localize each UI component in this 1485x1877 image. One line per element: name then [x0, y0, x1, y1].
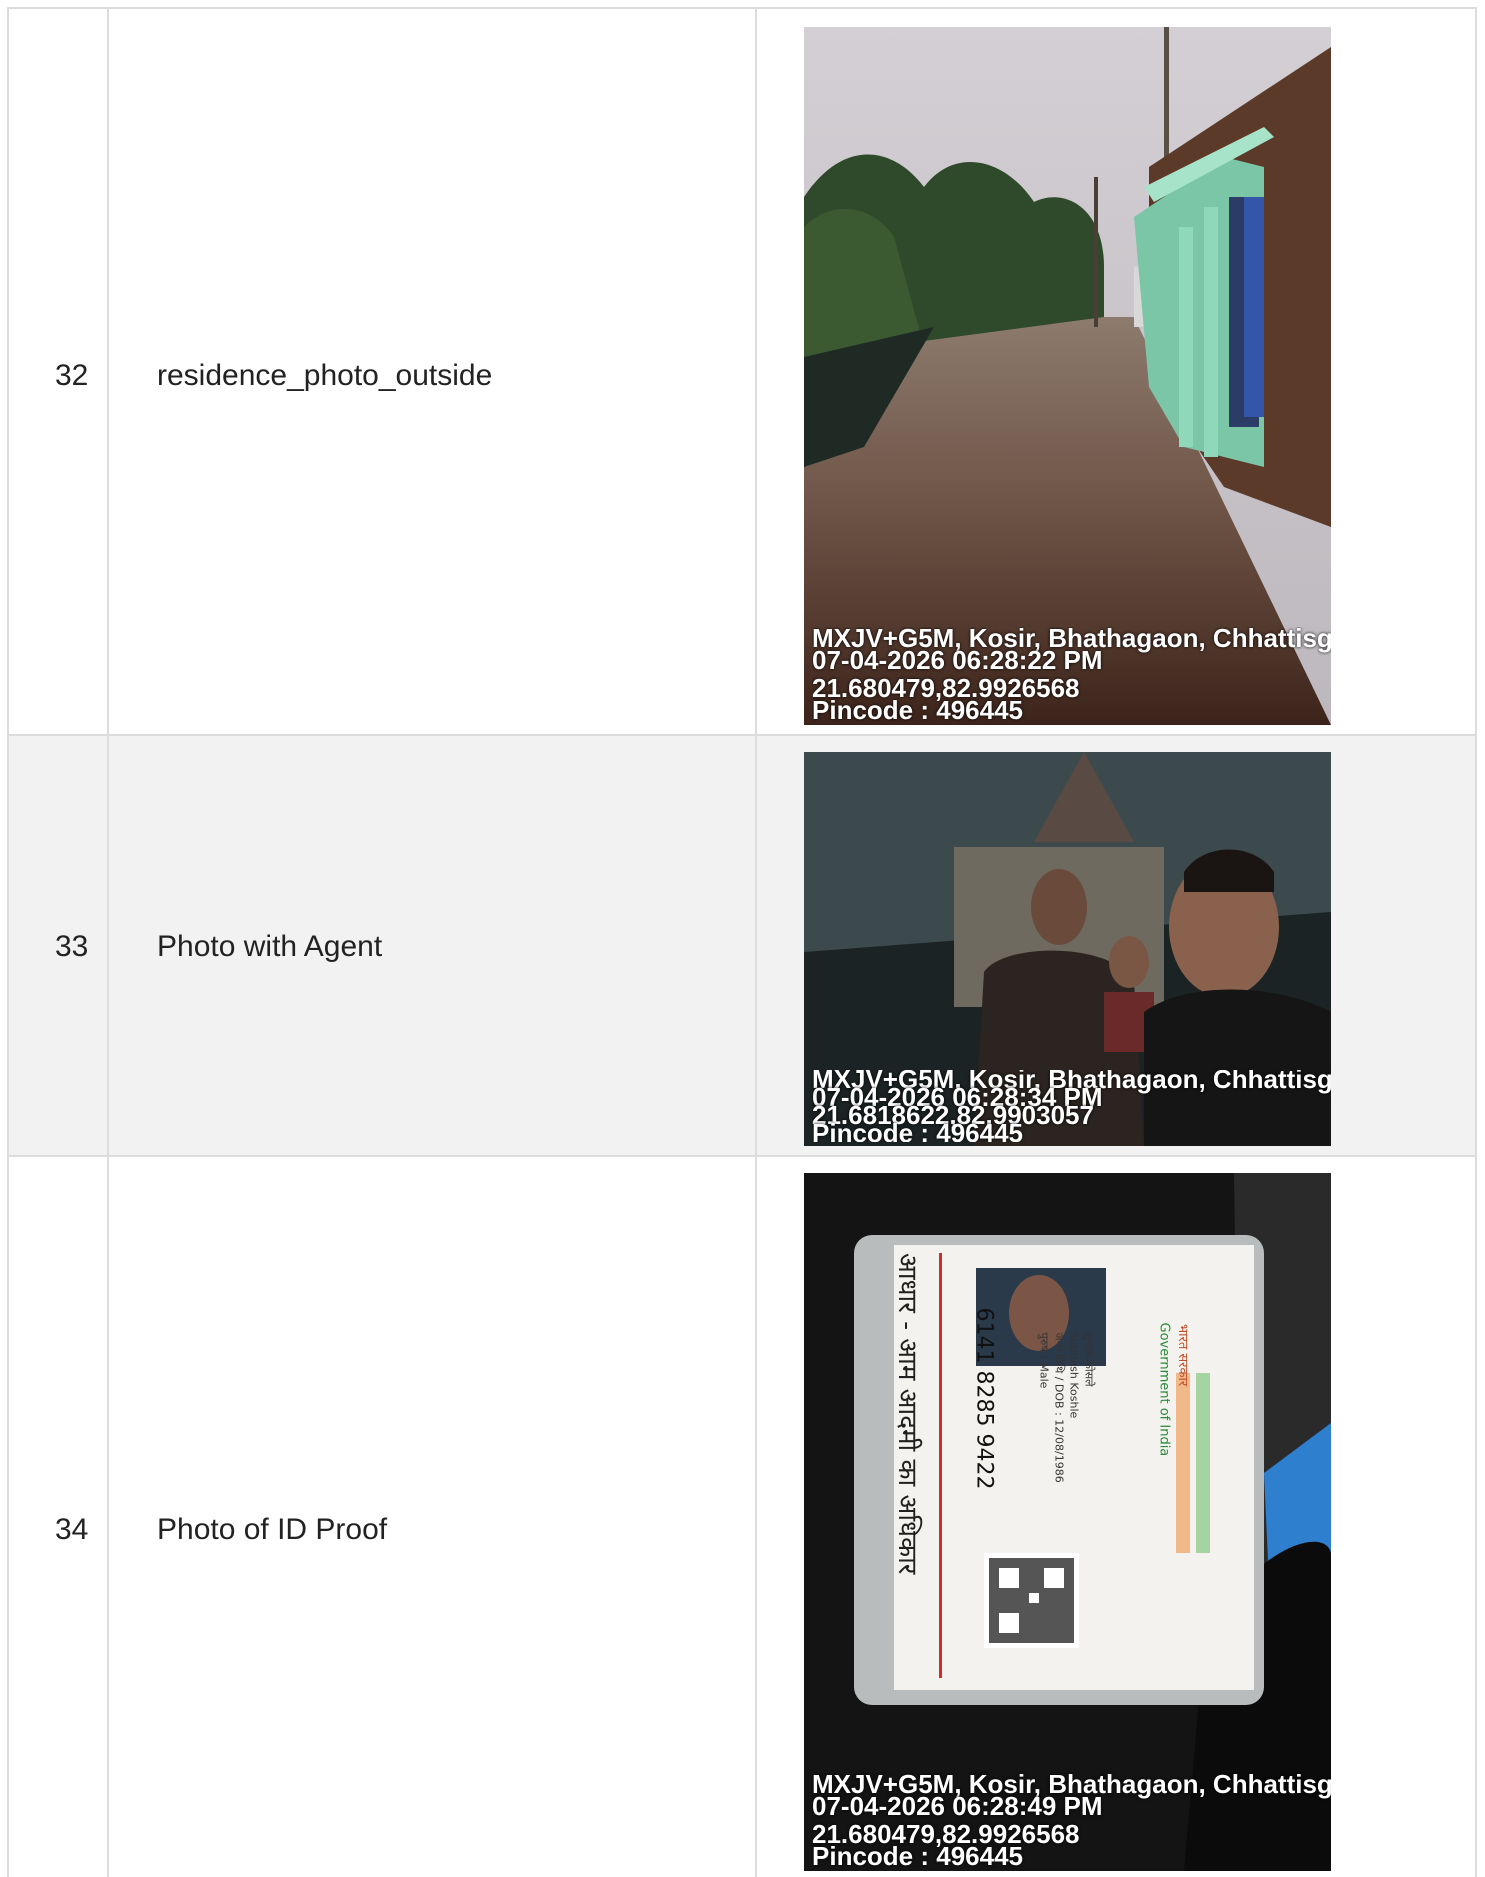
photo-stamp: MXJV+G5M, Kosir, Bhathagaon, Chhattisgar…	[812, 1773, 1331, 1867]
row-number: 32	[55, 359, 89, 392]
agent-photo: MXJV+G5M, Kosir, Bhathagaon, Chhattisgar…	[804, 752, 1331, 1146]
card-gender: पुरुष / Male	[1037, 1332, 1051, 1389]
street-scene-image	[804, 27, 1331, 725]
row-label: residence_photo_outside	[157, 359, 493, 392]
card-dob: जन्म तिथि / DOB : 12/08/1986	[1052, 1332, 1066, 1483]
card-name: Subhash Koshle	[1067, 1331, 1081, 1419]
document-table: 32 residence_photo_outside MXJV+G5M, Kos…	[7, 7, 1477, 1877]
photo-stamp: MXJV+G5M, Kosir, Bhathagaon, Chhattisgar…	[812, 1070, 1331, 1142]
row-number: 33	[55, 930, 89, 963]
table-row: 34 Photo of ID Proof आधार - आम आदमी का अ…	[7, 1155, 1477, 1877]
card-issuer-english: Government of India	[1156, 1322, 1172, 1457]
card-number: 6141 8285 9422	[971, 1307, 997, 1490]
table-row: 33 Photo with Agent MXJV+G5M, Kosir, Bha…	[7, 734, 1477, 1155]
photo-stamp: MXJV+G5M, Kosir, Bhathagaon, Chhattisgar…	[812, 627, 1331, 721]
row-number: 34	[55, 1513, 89, 1546]
residence-photo: MXJV+G5M, Kosir, Bhathagaon, Chhattisgar…	[804, 27, 1331, 725]
row-label: Photo with Agent	[157, 930, 383, 963]
row-label: Photo of ID Proof	[157, 1513, 388, 1546]
table-row: 32 residence_photo_outside MXJV+G5M, Kos…	[7, 7, 1477, 734]
id-proof-photo: आधार - आम आदमी का अधिकार 6141 8285 9422 …	[804, 1173, 1331, 1871]
card-name-hindi: सुभाष कोसले	[1082, 1332, 1096, 1387]
card-tagline: आधार - आम आदमी का अधिकार	[892, 1253, 922, 1575]
card-issuer-hindi: भारत सरकार	[1175, 1324, 1190, 1387]
id-card-text: आधार - आम आदमी का अधिकार 6141 8285 9422 …	[892, 1245, 1254, 1690]
